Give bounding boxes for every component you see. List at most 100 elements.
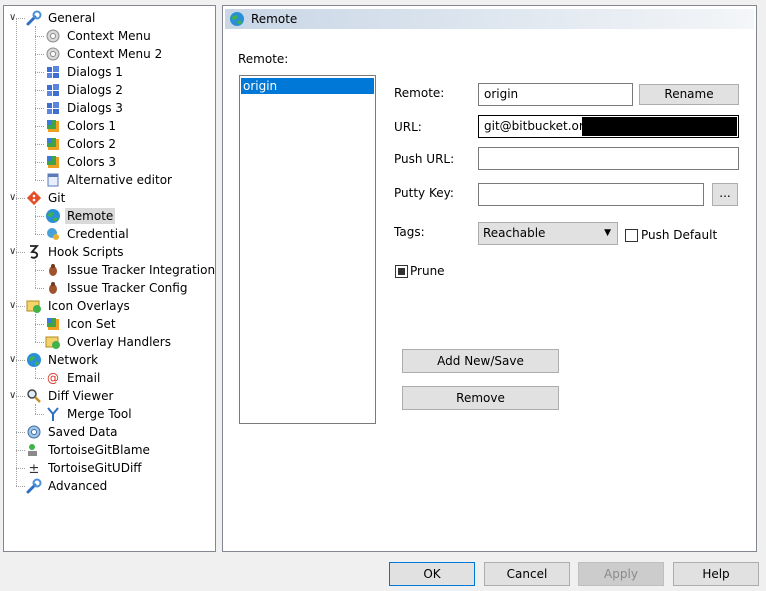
tree-connector: [35, 206, 36, 234]
tree-item-label: Alternative editor: [67, 173, 172, 187]
chevron-down-icon: ▼: [604, 228, 611, 238]
hook-icon: [26, 244, 42, 260]
tree-item-advanced[interactable]: Advanced: [26, 477, 109, 495]
tree-item-email[interactable]: @ Email: [45, 369, 102, 387]
overlay-icon: [45, 336, 60, 349]
tree-item-context-menu-2[interactable]: Context Menu 2: [45, 45, 164, 63]
tags-selected-value: Reachable: [483, 226, 546, 240]
ok-button[interactable]: OK: [389, 562, 475, 586]
settings-tree[interactable]: General ∨ Context Menu Context Menu 2 Dialog…: [3, 5, 216, 552]
putty-key-input[interactable]: [478, 183, 704, 206]
tree-connector: [16, 432, 25, 433]
tree-item-tortoisegitblame[interactable]: TortoiseGitBlame: [26, 441, 152, 459]
apply-button[interactable]: Apply: [578, 562, 664, 586]
tree-item-merge-tool[interactable]: Merge Tool: [45, 405, 134, 423]
tree-item-dialogs-1[interactable]: Dialogs 1: [45, 63, 125, 81]
wrench-icon: [26, 478, 42, 494]
gear-blue-icon: [26, 424, 42, 440]
redacted-block: [582, 117, 737, 136]
tree-item-label: Issue Tracker Config: [67, 281, 188, 295]
tree-item-credential[interactable]: Credential: [45, 225, 131, 243]
remote-name-input[interactable]: origin: [478, 83, 633, 106]
tree-item-context-menu[interactable]: Context Menu: [45, 27, 153, 45]
remote-name-label: Remote:: [394, 86, 445, 100]
remote-list-item-origin[interactable]: origin: [241, 78, 374, 94]
udiff-icon: ±: [26, 460, 42, 477]
tree-connector: [35, 234, 44, 235]
tree-connector: [35, 404, 36, 414]
tree-item-label: Network: [48, 353, 99, 367]
tags-select[interactable]: Reachable ▼: [478, 222, 618, 245]
tree-item-icon-set[interactable]: Icon Set: [45, 315, 118, 333]
push-default-label: Push Default: [641, 228, 718, 242]
rename-button[interactable]: Rename: [639, 84, 739, 105]
push-default-checkbox[interactable]: [625, 229, 638, 242]
magnifier-icon: [26, 388, 42, 404]
tree-item-issue-tracker-integration[interactable]: Issue Tracker Integration: [45, 261, 217, 279]
remote-list-label: Remote:: [238, 52, 289, 66]
tree-connector: [16, 18, 17, 486]
gear-icon: [45, 28, 61, 44]
tree-item-label: Saved Data: [48, 425, 118, 439]
tree-item-saved-data[interactable]: Saved Data: [26, 423, 120, 441]
git-icon: [26, 190, 42, 206]
tree-item-label: Credential: [67, 227, 129, 241]
remote-listbox[interactable]: origin: [239, 75, 376, 424]
tree-item-dialogs-2[interactable]: Dialogs 2: [45, 81, 125, 99]
tree-item-label: Diff Viewer: [48, 389, 114, 403]
credential-icon: [45, 226, 61, 242]
tree-item-icon-overlays[interactable]: Icon Overlays: [26, 297, 132, 315]
tree-item-colors-2[interactable]: Colors 2: [45, 135, 118, 153]
tree-item-overlay-handlers[interactable]: Overlay Handlers: [45, 333, 173, 351]
push-url-input[interactable]: [478, 147, 739, 170]
tree-item-network[interactable]: Network: [26, 351, 100, 369]
tree-item-tortoisegitudiff[interactable]: ± TortoiseGitUDiff: [26, 459, 144, 477]
tree-connector: [35, 26, 36, 180]
tree-item-dialogs-3[interactable]: Dialogs 3: [45, 99, 125, 117]
tree-connector: [35, 162, 44, 163]
tree-item-remote[interactable]: Remote: [45, 207, 116, 225]
at-icon: @: [47, 371, 59, 385]
wrench-icon: [26, 478, 42, 494]
overlay-icon: [26, 298, 42, 314]
wrench-icon: [26, 10, 42, 26]
magnifier-icon: [27, 389, 41, 403]
palette-icon: [47, 318, 59, 330]
tree-item-colors-3[interactable]: Colors 3: [45, 153, 118, 171]
globe-icon: [45, 208, 61, 224]
tree-item-hook-scripts[interactable]: Hook Scripts: [26, 243, 126, 261]
tree-connector: [35, 270, 44, 271]
overlay-icon: [26, 300, 41, 313]
tree-connector: [35, 288, 44, 289]
tree-item-alternative-editor[interactable]: Alternative editor: [45, 171, 174, 189]
tree-item-git[interactable]: Git: [26, 189, 67, 207]
palette-icon: [47, 156, 59, 168]
globe-icon: [230, 12, 244, 26]
tree-connector: [35, 54, 44, 55]
overlay-icon: [45, 334, 61, 350]
putty-key-label: Putty Key:: [394, 186, 454, 200]
prune-checkbox[interactable]: [395, 265, 408, 278]
tree-item-label: TortoiseGitBlame: [48, 443, 150, 457]
add-new-save-button[interactable]: Add New/Save: [402, 349, 559, 373]
tree-item-issue-tracker-config[interactable]: Issue Tracker Config: [45, 279, 189, 297]
git-icon: [26, 190, 42, 206]
tree-item-diff-viewer[interactable]: Diff Viewer: [26, 387, 115, 405]
tree-item-label: TortoiseGitUDiff: [48, 461, 142, 475]
help-button[interactable]: Help: [673, 562, 759, 586]
windows-icon: [47, 84, 59, 96]
tree-item-label: General: [48, 11, 96, 25]
palette-icon: [45, 316, 61, 332]
bug-icon: [45, 280, 61, 296]
url-input[interactable]: git@bitbucket.org:: [478, 115, 739, 138]
tree-item-general[interactable]: General: [26, 9, 97, 27]
at-icon: @: [45, 370, 61, 386]
cancel-button[interactable]: Cancel: [484, 562, 570, 586]
tree-item-colors-1[interactable]: Colors 1: [45, 117, 118, 135]
browse-putty-key-button[interactable]: ...: [712, 183, 738, 206]
gear-icon: [45, 46, 61, 62]
blame-icon: [28, 444, 37, 456]
tree-connector: [16, 468, 25, 469]
tree-connector: [35, 378, 44, 379]
remove-button[interactable]: Remove: [402, 386, 559, 410]
